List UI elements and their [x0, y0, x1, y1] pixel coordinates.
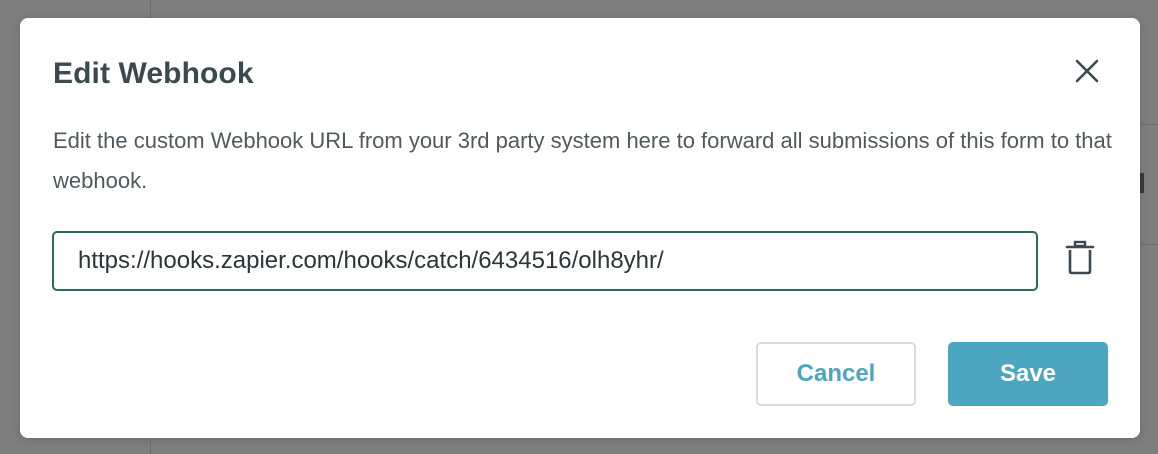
close-button[interactable] — [1070, 54, 1104, 88]
background-divider — [1140, 124, 1158, 125]
dialog-description: Edit the custom Webhook URL from your 3r… — [53, 128, 1112, 193]
webhook-url-input[interactable] — [52, 231, 1038, 291]
edit-webhook-dialog: Edit Webhook Edit the custom Webhook URL… — [20, 18, 1140, 438]
close-icon — [1070, 54, 1104, 88]
cancel-button[interactable]: Cancel — [756, 342, 916, 406]
save-button[interactable]: Save — [948, 342, 1108, 406]
dialog-title: Edit Webhook — [53, 57, 254, 90]
background-divider — [1140, 244, 1158, 245]
trash-icon — [1064, 240, 1096, 276]
delete-webhook-button[interactable] — [1064, 240, 1096, 276]
